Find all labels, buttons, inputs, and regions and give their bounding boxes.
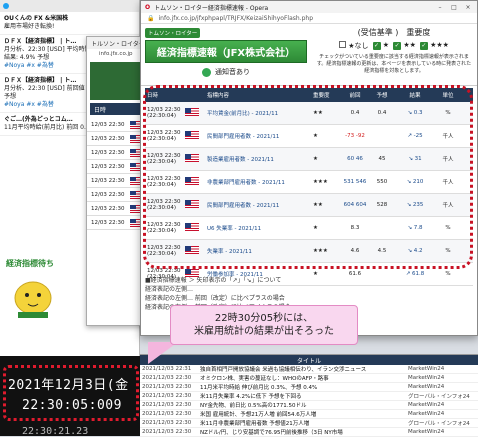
sound-on-icon (202, 67, 211, 77)
clock-panel: 2021年12月3日(金 22:30:05:009 22:30:21.23 (0, 356, 140, 437)
importance-filter: (受信基準 ) 重要度 ★なし ✓ ★ ✓ ★★ ✓ ★★★ チェックがついてい… (311, 24, 477, 85)
unchecked-box-icon (339, 41, 347, 48)
lock-icon: 🔒 (147, 14, 155, 22)
note-line: 経済表記の左側… (145, 286, 194, 293)
clock-date: 2021年12月3日(金 (8, 378, 129, 393)
window-titlebar: O トムソン・ロイター経済指標速報 - Opera – □ × (141, 1, 477, 13)
callout-line: 米雇用統計の結果が出そろった (194, 326, 334, 337)
page-header: トムソン・ロイター 経済指標速報（JFX株式会社） 通知音あり (受信基準 ) … (141, 24, 477, 86)
row-previous: 61.6 (348, 271, 362, 277)
importance-option-1[interactable]: ✓ ★ (372, 41, 389, 51)
news-header: タイトル (140, 355, 478, 365)
sound-label: 通知音あり (215, 68, 250, 76)
page-title: 経済指標速報（JFX株式会社） (145, 40, 307, 63)
results-highlight-ring (143, 85, 473, 269)
checked-box-icon: ✓ (393, 42, 402, 50)
news-row[interactable]: 2021/12/03 22:30 米11月非農業部門雇用者数 予想値21万人増 グロ… (140, 419, 478, 428)
clock-next-time: 22:30:21.23 (22, 426, 89, 437)
row-datetime: 12/03 22:30 (91, 205, 125, 212)
checked-box-icon: ✓ (372, 42, 381, 50)
feed-item-title: OUくんの FX &米国株 (4, 15, 69, 22)
row-datetime: 12/03 22:30 (91, 163, 125, 170)
news-row[interactable]: 2021/12/03 22:30 米国 雇用統計、予想21万人増 前回54.6万人… (140, 410, 478, 419)
maximize-button[interactable]: □ (449, 4, 459, 11)
minimize-button[interactable]: – (435, 4, 445, 11)
row-datetime: 12/03 22:30 (91, 191, 125, 198)
row-result: ↗ 61.8 (405, 271, 425, 277)
news-panel: タイトル 2021/12/03 22:31 独自首相門戸開放協議会 米過も協議相伝… (140, 354, 478, 437)
news-row[interactable]: 2021/12/03 22:30 11月米平均時給 伸び前月比 0.3%、予想 0… (140, 383, 478, 392)
row-datetime: 12/03 22:30 (91, 149, 125, 156)
header-left: トムソン・ロイター 経済指標速報（JFX株式会社） 通知音あり (141, 24, 311, 85)
row-datetime: 12/03 22:30 (91, 177, 125, 184)
row-datetime: 12/03 22:30 (91, 121, 125, 128)
importance-options: ★なし ✓ ★ ✓ ★★ ✓ ★★★ (315, 41, 473, 51)
row-importance: ★ (313, 271, 318, 277)
address-bar[interactable]: 🔒 info.jfx.co.jp/jfxphpapl/TRJFX/KeizaiS… (141, 13, 477, 24)
address-url[interactable]: info.jfx.co.jp/jfxphpapl/TRJFX/KeizaiShi… (158, 15, 313, 22)
annotation-callout: 22時30分05秒には、 米雇用統計の結果が出そろった (170, 305, 358, 345)
callout-line: 22時30分05秒には、 (214, 313, 314, 324)
importance-option-none[interactable]: ★なし (339, 41, 369, 51)
window-title: トムソン・ロイター経済指標速報 - Opera (154, 4, 269, 12)
checked-box-icon: ✓ (419, 42, 428, 50)
sound-toggle[interactable]: 通知音あり (145, 67, 307, 77)
opera-logo-icon: O (145, 3, 151, 11)
row-unit: % (445, 271, 451, 277)
clock-time: 22:30:05:009 (22, 398, 122, 413)
app-logo-icon (3, 3, 9, 9)
news-row[interactable]: 2021/12/03 22:30 オミクロン株、実害の蔓延なし：WHOのAFP・路… (140, 374, 478, 383)
row-datetime: 12/03 22:30 (91, 135, 125, 142)
feed-item[interactable]: OUくんの FX &米国株 雇用市場好き転換! (0, 12, 139, 35)
row-datetime: 12/03 22:30 (91, 219, 125, 226)
mascot-illustration (14, 281, 52, 318)
importance-note: チェックがついている重要度に該当する経済指標速報が表示されます。経済指標速報の更… (316, 54, 472, 74)
note-line: ■経済指標速報 ＞ 矢印表示の「↗」「↘」について (145, 277, 282, 284)
news-row[interactable]: 2021/12/03 22:31 独自首相門戸開放協議会 米過も協議相伝わり、イラ… (140, 365, 478, 374)
brand-tag: トムソン・ロイター (145, 28, 201, 38)
callout-tail (148, 342, 178, 364)
importance-title: (受信基準 ) 重要度 (357, 28, 431, 37)
news-row[interactable]: 2021/12/03 22:30 米11月失業率 4.2%に低下 予想を下回る グロ… (140, 392, 478, 401)
note-line: 経済表記の左側… 前回（改定）に比べプラスの場合 (145, 295, 285, 302)
importance-option-2[interactable]: ✓ ★★ (393, 41, 416, 51)
importance-option-3[interactable]: ✓ ★★★ (419, 41, 449, 51)
app-topbar (0, 0, 139, 12)
feed-item-text: 雇用市場好き転換! (4, 23, 55, 30)
close-button[interactable]: × (463, 4, 473, 11)
news-row[interactable]: 2021/12/03 22:30 NY金先物、前日比 0.5%高の1771.50ド… (140, 401, 478, 410)
